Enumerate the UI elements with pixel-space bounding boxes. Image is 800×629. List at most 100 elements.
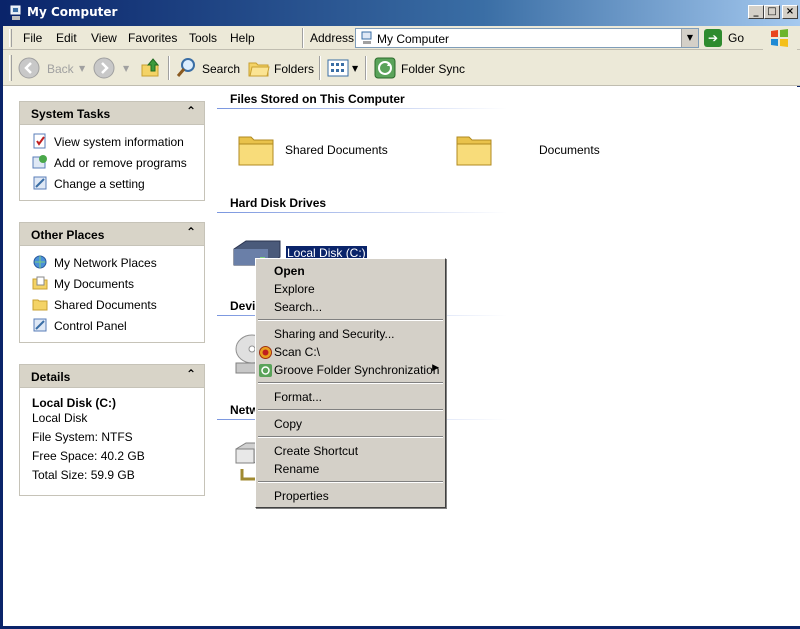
folders-label: Folders — [274, 62, 315, 76]
folder-documents[interactable]: Documents — [454, 129, 654, 173]
system-tasks-header[interactable]: System Tasks ⌃ — [20, 102, 204, 125]
system-tasks-title: System Tasks — [31, 107, 111, 121]
collapse-chevron-icon[interactable]: ⌃ — [186, 367, 196, 381]
folder-sync-button[interactable]: Folder Sync — [373, 54, 469, 82]
toolbar-grip[interactable] — [9, 55, 12, 81]
ctx-label: Search... — [274, 300, 323, 314]
group-divider — [217, 212, 507, 213]
system-info-icon — [33, 133, 46, 149]
other-places-panel: Other Places ⌃ My Network Places My Docu… — [19, 222, 205, 343]
address-value[interactable]: My Computer — [377, 32, 449, 46]
place-label[interactable]: Control Panel — [54, 319, 127, 333]
folders-button[interactable]: Folders — [247, 54, 315, 82]
go-arrow-icon: ➔ — [704, 29, 722, 47]
ctx-open[interactable]: Open — [256, 262, 445, 280]
task-change-setting[interactable]: Change a setting — [20, 173, 204, 194]
ctx-groove-sync[interactable]: Groove Folder Synchronization ▶ — [256, 361, 445, 379]
details-header[interactable]: Details ⌃ — [20, 365, 204, 388]
forward-button[interactable] — [92, 54, 122, 82]
address-label: Address — [310, 31, 355, 45]
group-devices: Devi — [230, 299, 256, 313]
minimize-button[interactable]: _ — [748, 5, 764, 19]
back-label: Back — [47, 62, 74, 76]
menu-tools[interactable]: Tools — [189, 31, 217, 45]
folder-shared-documents[interactable]: Shared Documents — [236, 129, 436, 173]
collapse-chevron-icon[interactable]: ⌃ — [186, 104, 196, 118]
task-label[interactable]: View system information — [54, 135, 184, 149]
search-label: Search — [202, 62, 241, 76]
other-places-header[interactable]: Other Places ⌃ — [20, 223, 204, 246]
details-file-system: File System: NTFS — [32, 430, 133, 444]
folder-icon — [238, 136, 274, 166]
forward-arrow-icon — [93, 57, 115, 79]
ctx-properties[interactable]: Properties — [256, 487, 445, 505]
folder-icon — [456, 136, 492, 166]
window-title: My Computer — [27, 5, 118, 19]
task-pane: System Tasks ⌃ View system information A… — [6, 87, 212, 626]
explorer-window: My Computer _ □ × File Edit View Favorit… — [0, 0, 800, 629]
search-icon — [176, 58, 195, 77]
ctx-sharing-security[interactable]: Sharing and Security... — [256, 325, 445, 343]
collapse-chevron-icon[interactable]: ⌃ — [186, 225, 196, 239]
ctx-separator — [258, 409, 443, 411]
place-my-documents[interactable]: My Documents — [20, 273, 204, 294]
up-button[interactable] — [139, 54, 165, 82]
place-label[interactable]: My Network Places — [54, 256, 157, 270]
place-control-panel[interactable]: Control Panel — [20, 315, 204, 336]
ctx-scan[interactable]: Scan C:\ — [256, 343, 445, 361]
place-label[interactable]: My Documents — [54, 277, 134, 291]
ctx-explore[interactable]: Explore — [256, 280, 445, 298]
details-total-size: Total Size: 59.9 GB — [32, 468, 135, 482]
details-free-space: Free Space: 40.2 GB — [32, 449, 145, 463]
place-shared-documents[interactable]: Shared Documents — [20, 294, 204, 315]
place-label[interactable]: Shared Documents — [54, 298, 157, 312]
menu-favorites[interactable]: Favorites — [128, 31, 177, 45]
network-places-icon — [33, 255, 47, 269]
task-view-system-information[interactable]: View system information — [20, 131, 204, 152]
task-add-remove-programs[interactable]: Add or remove programs — [20, 152, 204, 173]
ctx-label: Sharing and Security... — [274, 327, 395, 341]
my-computer-icon — [361, 31, 372, 44]
ctx-rename[interactable]: Rename — [256, 460, 445, 478]
ctx-search[interactable]: Search... — [256, 298, 445, 316]
standard-toolbar: Back ▼ ▼ Search Folders ▼ Folder Sync — [3, 50, 800, 86]
ctx-copy[interactable]: Copy — [256, 415, 445, 433]
add-remove-programs-icon — [32, 155, 47, 169]
antivirus-icon — [259, 346, 272, 359]
details-item-name: Local Disk (C:) — [32, 396, 117, 410]
details-panel: Details ⌃ Local Disk (C:) Local Disk Fil… — [19, 364, 205, 496]
forward-dropdown-icon[interactable]: ▼ — [123, 64, 129, 73]
task-label[interactable]: Add or remove programs — [54, 156, 187, 170]
menu-help[interactable]: Help — [230, 31, 255, 45]
menu-file[interactable]: File — [23, 31, 42, 45]
menu-edit[interactable]: Edit — [56, 31, 77, 45]
toolbar-separator — [365, 56, 367, 80]
address-dropdown-button[interactable]: ▼ — [681, 29, 698, 47]
place-my-network-places[interactable]: My Network Places — [20, 252, 204, 273]
folder-sync-label: Folder Sync — [401, 62, 466, 76]
control-panel-icon — [33, 318, 47, 332]
back-button[interactable]: Back — [17, 54, 87, 82]
system-tasks-panel: System Tasks ⌃ View system information A… — [19, 101, 205, 201]
views-button[interactable]: ▼ — [326, 54, 360, 82]
ctx-label: Rename — [274, 462, 320, 476]
close-button[interactable]: × — [782, 5, 798, 19]
task-label[interactable]: Change a setting — [54, 177, 145, 191]
ctx-create-shortcut[interactable]: Create Shortcut — [256, 442, 445, 460]
maximize-button[interactable]: □ — [764, 5, 780, 19]
views-dropdown-icon: ▼ — [352, 64, 359, 73]
back-dropdown-icon[interactable]: ▼ — [79, 64, 85, 73]
go-button[interactable]: ➔ Go — [704, 28, 752, 48]
toolbar-separator — [319, 56, 321, 80]
go-label: Go — [728, 31, 745, 45]
group-files-stored: Files Stored on This Computer — [230, 92, 405, 106]
ctx-format[interactable]: Format... — [256, 388, 445, 406]
folder-icon — [32, 299, 48, 311]
title-bar[interactable]: My Computer _ □ × — [3, 0, 800, 26]
address-bar[interactable]: My Computer ▼ — [355, 28, 699, 48]
search-button[interactable]: Search — [175, 54, 241, 82]
windows-logo — [763, 26, 797, 50]
menu-view[interactable]: View — [91, 31, 117, 45]
menubar-grip[interactable] — [9, 29, 12, 47]
views-icon — [327, 59, 349, 77]
